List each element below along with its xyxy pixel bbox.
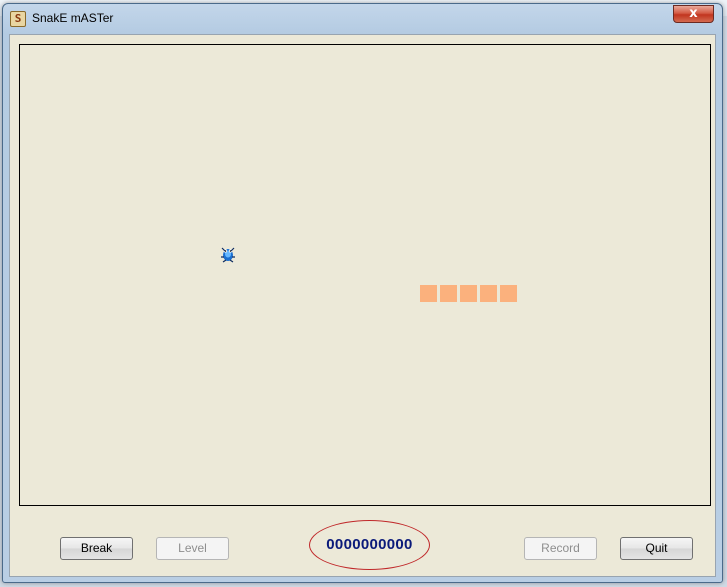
snake-segment <box>480 285 497 302</box>
title-bar[interactable]: S SnakE mASTer x <box>3 4 722 34</box>
close-icon: x <box>689 6 698 21</box>
client-area: Break Level 0000000000 Record Quit <box>9 34 716 577</box>
snake-segment <box>500 285 517 302</box>
window-title: SnakE mASTer <box>32 11 114 25</box>
quit-button[interactable]: Quit <box>620 537 693 560</box>
break-button[interactable]: Break <box>60 537 133 560</box>
game-board[interactable] <box>19 44 711 506</box>
app-window: S SnakE mASTer x Break Level 0000000000 … <box>2 3 723 583</box>
score-value: 0000000000 <box>326 536 413 553</box>
close-button[interactable]: x <box>673 5 714 23</box>
snake-segment <box>420 285 437 302</box>
snake-segment <box>460 285 477 302</box>
snake-segment <box>440 285 457 302</box>
app-icon[interactable]: S <box>10 11 26 27</box>
bug-icon <box>221 247 235 263</box>
level-button[interactable]: Level <box>156 537 229 560</box>
score-display: 0000000000 <box>309 520 430 570</box>
record-button[interactable]: Record <box>524 537 597 560</box>
